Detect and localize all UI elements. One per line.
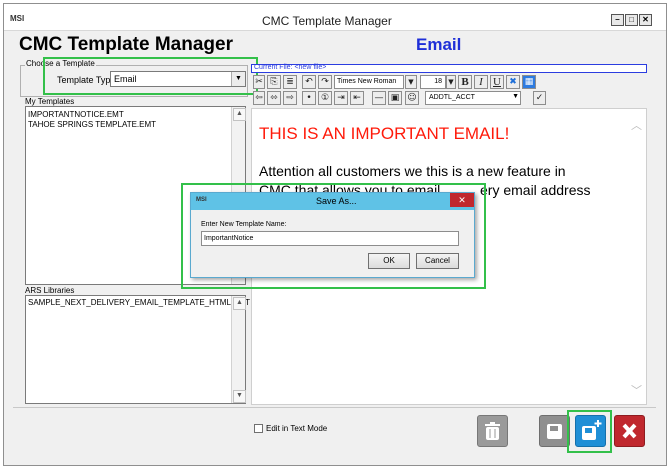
underline-button[interactable]: U: [490, 75, 504, 89]
highlight-save-dialog: [181, 183, 486, 289]
image-icon[interactable]: ▣: [388, 91, 402, 105]
editor-body-line1: Attention all customers we this is a new…: [259, 163, 566, 179]
table-icon[interactable]: ▦: [522, 75, 536, 89]
divider: [13, 407, 656, 408]
editor-heading: THIS IS AN IMPORTANT EMAIL!: [259, 124, 510, 143]
window-title: CMC Template Manager: [262, 14, 392, 28]
field-select-value: ADDTL_ACCT: [429, 94, 475, 101]
insert-field-check-icon[interactable]: ✓: [533, 91, 546, 105]
font-name-select[interactable]: Times New Roman: [334, 75, 404, 89]
emoji-icon[interactable]: ☺: [405, 91, 419, 105]
outdent-icon[interactable]: ⇤: [350, 91, 364, 105]
edit-text-mode-label: Edit in Text Mode: [266, 424, 328, 433]
my-templates-label: My Templates: [25, 97, 75, 106]
scroll-up-icon[interactable]: ︿: [631, 117, 642, 133]
page-title: CMC Template Manager: [19, 34, 233, 55]
horizontal-rule-icon[interactable]: —: [372, 91, 386, 105]
list-item[interactable]: SAMPLE_NEXT_DELIVERY_EMAIL_TEMPLATE_HTML…: [28, 298, 250, 307]
delete-template-button[interactable]: [477, 415, 508, 447]
bullet-list-icon[interactable]: •: [302, 91, 316, 105]
chevron-down-icon[interactable]: ▼: [446, 75, 456, 89]
paste-button[interactable]: ≣: [283, 75, 297, 89]
floppy-icon: [547, 424, 562, 439]
cut-button[interactable]: ✂: [253, 75, 265, 89]
current-file-text: Current File: <new file>: [254, 64, 327, 71]
save-button[interactable]: [539, 415, 570, 447]
bold-button[interactable]: B: [458, 75, 472, 89]
minimize-button[interactable]: –: [611, 14, 624, 26]
app-logo: MSI: [10, 14, 25, 23]
editor-body-line2-right: ery email address: [480, 182, 591, 198]
font-size-select[interactable]: 18: [420, 75, 446, 89]
scrollbar[interactable]: ▲ ▼: [231, 296, 246, 403]
align-right-icon[interactable]: ⇨: [283, 91, 297, 105]
indent-icon[interactable]: ⇥: [334, 91, 348, 105]
align-center-icon[interactable]: ⬄: [267, 91, 281, 105]
italic-button[interactable]: I: [474, 75, 488, 89]
numbered-list-icon[interactable]: ①: [318, 91, 332, 105]
ars-libraries-label: ARS Libraries: [25, 286, 75, 295]
font-name-value: Times New Roman: [337, 78, 397, 85]
close-window-button[interactable]: ✕: [639, 14, 652, 26]
chevron-down-icon: ▼: [512, 93, 519, 100]
undo-button[interactable]: ↶: [302, 75, 316, 89]
chevron-down-icon[interactable]: ▼: [405, 75, 417, 89]
close-icon: [622, 423, 637, 439]
scroll-down-icon[interactable]: ▼: [233, 390, 246, 403]
redo-button[interactable]: ↷: [318, 75, 332, 89]
field-select[interactable]: ADDTL_ACCT ▼: [425, 91, 521, 105]
mode-title: Email: [416, 35, 462, 54]
highlight-template-type: [43, 57, 258, 95]
scroll-up-icon[interactable]: ▲: [233, 108, 246, 121]
scroll-down-icon[interactable]: ﹀: [631, 382, 642, 398]
font-size-value: 18: [434, 78, 442, 85]
trash-icon: [485, 422, 500, 440]
current-file-bar: Current File: <new file>: [251, 64, 647, 73]
align-left-icon[interactable]: ⇦: [253, 91, 265, 105]
list-item[interactable]: TAHOE SPRINGS TEMPLATE.EMT: [28, 120, 156, 129]
ars-libraries-list[interactable]: SAMPLE_NEXT_DELIVERY_EMAIL_TEMPLATE_HTML…: [25, 295, 250, 404]
copy-button[interactable]: ⎘: [267, 75, 281, 89]
maximize-button[interactable]: □: [625, 14, 638, 26]
highlight-save-as: [567, 410, 612, 453]
edit-text-mode-checkbox[interactable]: [254, 424, 263, 433]
scroll-up-icon[interactable]: ▲: [233, 297, 246, 310]
clear-format-icon[interactable]: ✖: [506, 75, 520, 89]
close-button[interactable]: [614, 415, 645, 447]
list-item[interactable]: IMPORTANTNOTICE.EMT: [28, 110, 124, 119]
